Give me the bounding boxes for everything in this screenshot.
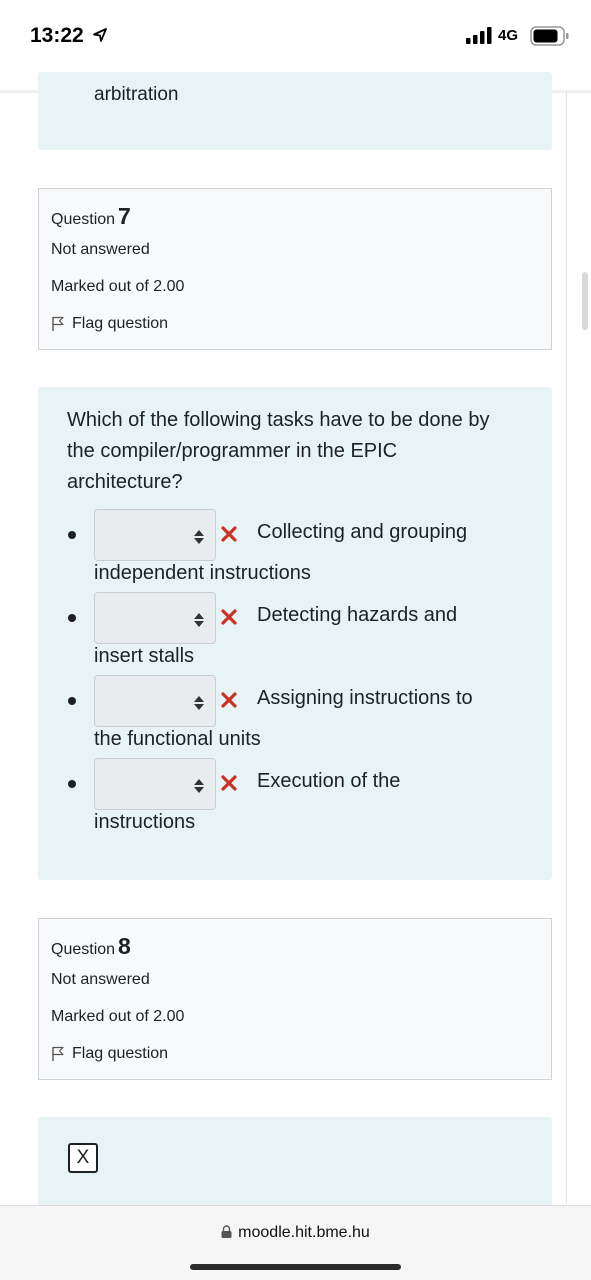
question-label: Question 7 bbox=[51, 203, 131, 229]
answer-text-continued: independent instructions bbox=[94, 562, 311, 584]
home-indicator[interactable] bbox=[190, 1264, 401, 1270]
location-arrow-icon bbox=[93, 28, 107, 42]
answer-text: Detecting hazards and bbox=[257, 604, 458, 626]
status-time: 13:22 bbox=[30, 24, 84, 47]
answer-text-continued: insert stalls bbox=[94, 645, 195, 667]
incorrect-x-icon bbox=[221, 692, 237, 708]
question-number: 7 bbox=[118, 203, 131, 229]
previous-question-content: arbitration bbox=[38, 72, 552, 150]
browser-bottom-bar: moodle.hit.bme.hu bbox=[0, 1205, 591, 1280]
previous-answer-text: arbitration bbox=[94, 84, 179, 105]
answer-item: Detecting hazards and insert stalls bbox=[38, 592, 552, 676]
scrollbar-thumb[interactable] bbox=[582, 272, 588, 330]
select-arrows-icon bbox=[194, 530, 204, 544]
signal-bars-icon bbox=[466, 27, 492, 44]
incorrect-x-icon bbox=[221, 609, 237, 625]
question-marks: Marked out of 2.00 bbox=[51, 1008, 185, 1025]
answer-select-4[interactable] bbox=[94, 758, 216, 810]
answer-item: Execution of the instructions bbox=[38, 758, 552, 842]
question-7-info: Question 7 Not answered Marked out of 2.0… bbox=[38, 188, 552, 350]
answer-select-1[interactable] bbox=[94, 509, 216, 561]
question-marks: Marked out of 2.00 bbox=[51, 278, 185, 295]
question-status: Not answered bbox=[51, 241, 150, 258]
question-7-content: Which of the following tasks have to be … bbox=[38, 387, 552, 880]
question-number: 8 bbox=[118, 933, 131, 959]
select-arrows-icon bbox=[194, 613, 204, 627]
question-8-info: Question 8 Not answered Marked out of 2.0… bbox=[38, 918, 552, 1080]
address-bar[interactable]: moodle.hit.bme.hu bbox=[0, 1224, 591, 1242]
url-text: moodle.hit.bme.hu bbox=[238, 1224, 370, 1241]
answer-text: Execution of the bbox=[257, 770, 401, 792]
flag-icon bbox=[52, 1046, 64, 1061]
question-text: Which of the following tasks have to be … bbox=[67, 409, 490, 493]
incorrect-x-icon bbox=[221, 526, 237, 542]
flag-question-link[interactable]: Flag question bbox=[51, 315, 168, 333]
question-status: Not answered bbox=[51, 971, 150, 988]
lock-icon bbox=[221, 1225, 232, 1238]
flag-question-link[interactable]: Flag question bbox=[51, 1045, 168, 1063]
question-label: Question 8 bbox=[51, 933, 131, 959]
answer-select-3[interactable] bbox=[94, 675, 216, 727]
select-arrows-icon bbox=[194, 779, 204, 793]
answer-select-2[interactable] bbox=[94, 592, 216, 644]
bullet bbox=[68, 697, 76, 705]
network-type: 4G bbox=[498, 27, 519, 44]
status-bar: 13:22 4G bbox=[0, 0, 591, 72]
bullet bbox=[68, 531, 76, 539]
question-8-content: X bbox=[38, 1117, 552, 1207]
answer-text-continued: instructions bbox=[94, 811, 196, 833]
question-8-input-box[interactable]: X bbox=[68, 1143, 98, 1173]
bullet bbox=[68, 780, 76, 788]
answer-item: Collecting and grouping independent inst… bbox=[38, 509, 552, 593]
answer-text: Assigning instructions to bbox=[257, 687, 473, 709]
flag-icon bbox=[52, 316, 64, 331]
answer-item: Assigning instructions to the functional… bbox=[38, 675, 552, 759]
select-arrows-icon bbox=[194, 696, 204, 710]
bullet bbox=[68, 614, 76, 622]
incorrect-x-icon bbox=[221, 775, 237, 791]
answer-text-continued: the functional units bbox=[94, 728, 261, 750]
answer-text: Collecting and grouping bbox=[257, 521, 468, 543]
content-right-border bbox=[566, 92, 567, 1204]
battery-icon bbox=[530, 26, 569, 46]
